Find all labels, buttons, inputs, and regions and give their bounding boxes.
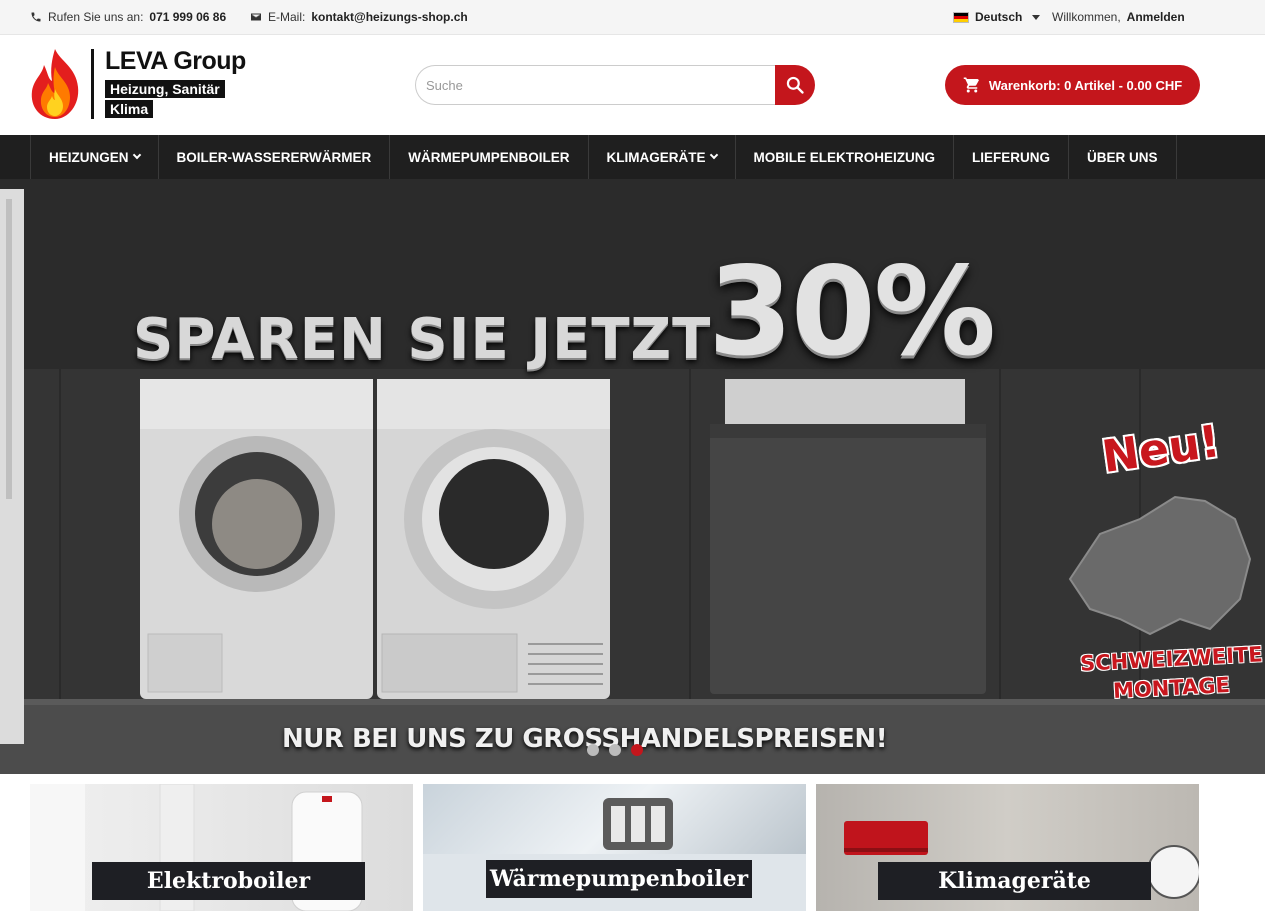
category-tile-klimageraete[interactable]: Klimageräte	[816, 784, 1199, 911]
welcome-text: Willkommen,	[1052, 10, 1121, 24]
logo-subtitle-1: Heizung, Sanitär	[105, 80, 225, 98]
site-logo[interactable]: LEVA Group Heizung, Sanitär Klima	[28, 47, 273, 121]
logo-divider	[91, 49, 94, 119]
flame-logo-icon	[31, 49, 79, 119]
phone-info: Rufen Sie uns an: 071 999 06 86	[30, 10, 226, 24]
nav-item-waermepumpenboiler[interactable]: WÄRMEPUMPENBOILER	[390, 135, 589, 179]
caret-down-icon	[1032, 14, 1041, 20]
cart-button[interactable]: Warenkorb: 0 Artikel - 0.00 CHF	[945, 65, 1200, 105]
logo-title: LEVA Group	[105, 47, 246, 75]
tile-label: Klimageräte	[878, 862, 1151, 900]
hero-slider[interactable]: SPAREN SIE JETZT 30% Neu! SCHWEIZWEITE M…	[0, 179, 1265, 774]
hero-headline: SPAREN SIE JETZT	[133, 307, 712, 372]
hero-footer-text: NUR BEI UNS ZU GROSSHANDELSPREISEN!	[282, 724, 888, 754]
site-header: LEVA Group Heizung, Sanitär Klima Warenk…	[0, 35, 1265, 135]
mail-icon	[251, 13, 261, 21]
email-info: E-Mail: kontakt@heizungs-shop.ch	[250, 10, 468, 24]
top-utility-bar: Rufen Sie uns an: 071 999 06 86 E-Mail: …	[0, 0, 1265, 35]
nav-item-heizungen[interactable]: HEIZUNGEN	[30, 135, 159, 179]
slider-dot[interactable]	[609, 744, 621, 756]
slider-dot-active[interactable]	[631, 744, 643, 756]
login-link[interactable]: Anmelden	[1127, 10, 1185, 24]
tile-label: Wärmepumpenboiler	[486, 860, 752, 898]
search-input[interactable]	[415, 65, 785, 105]
language-selector[interactable]: Deutsch	[953, 10, 1041, 24]
email-label: E-Mail:	[268, 10, 306, 24]
nav-item-ueber-uns[interactable]: ÜBER UNS	[1069, 135, 1177, 179]
german-flag-icon	[953, 11, 969, 23]
logo-subtitle-2: Klima	[105, 100, 154, 118]
phone-label: Rufen Sie uns an:	[48, 10, 144, 24]
nav-item-label: KLIMAGERÄTE	[606, 149, 706, 165]
nav-item-label: WÄRMEPUMPENBOILER	[408, 149, 570, 165]
slider-dots	[587, 744, 643, 756]
category-tile-waermepumpenboiler[interactable]: Wärmepumpenboiler	[423, 784, 806, 911]
search-bar	[415, 65, 815, 105]
nav-item-label: BOILER-WASSERERWÄRMER	[176, 149, 372, 165]
tile-label: Elektroboiler	[92, 862, 365, 900]
nav-item-label: MOBILE ELEKTROHEIZUNG	[753, 149, 936, 165]
chevron-down-icon	[132, 150, 141, 160]
main-navigation: HEIZUNGEN BOILER-WASSERERWÄRMER WÄRMEPUM…	[0, 135, 1265, 179]
email-address[interactable]: kontakt@heizungs-shop.ch	[311, 10, 467, 24]
nav-item-lieferung[interactable]: LIEFERUNG	[954, 135, 1070, 179]
category-tile-elektroboiler[interactable]: Elektroboiler	[30, 784, 413, 911]
slider-dot[interactable]	[587, 744, 599, 756]
language-label: Deutsch	[975, 10, 1023, 24]
category-tiles: Elektroboiler Wärmepumpenboiler Klimager…	[0, 784, 1265, 911]
nav-item-boiler[interactable]: BOILER-WASSERERWÄRMER	[159, 135, 391, 179]
nav-item-klimageraete[interactable]: KLIMAGERÄTE	[589, 135, 736, 179]
nav-item-label: ÜBER UNS	[1087, 149, 1158, 165]
phone-icon	[31, 12, 41, 22]
account-area: Willkommen, Anmelden	[1052, 10, 1185, 24]
phone-number[interactable]: 071 999 06 86	[149, 10, 226, 24]
hero-illustration	[0, 179, 1265, 774]
chevron-down-icon	[709, 150, 718, 160]
cart-label: Warenkorb: 0 Artikel - 0.00 CHF	[988, 77, 1183, 93]
nav-item-label: HEIZUNGEN	[49, 149, 129, 165]
hero-percent: 30%	[708, 241, 996, 383]
search-icon	[786, 76, 804, 94]
nav-item-label: LIEFERUNG	[972, 149, 1051, 165]
search-button[interactable]	[775, 65, 815, 105]
nav-item-mobile-elektroheizung[interactable]: MOBILE ELEKTROHEIZUNG	[736, 135, 955, 179]
cart-icon	[963, 77, 979, 93]
